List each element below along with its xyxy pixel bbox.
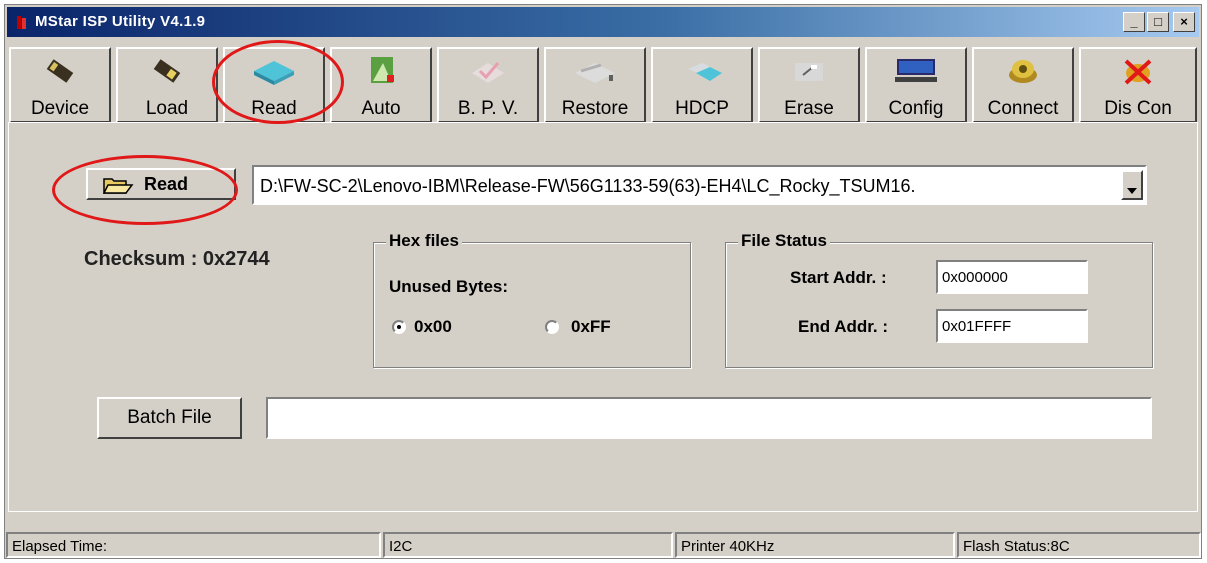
maximize-button[interactable]: □ — [1147, 12, 1169, 32]
batch-file-button[interactable]: Batch File — [97, 397, 242, 439]
radio-0xff[interactable] — [545, 320, 559, 334]
status-interface: I2C — [383, 532, 673, 558]
auto-icon — [332, 55, 430, 87]
toolbar-erase-label: Erase — [784, 98, 834, 119]
end-addr-field[interactable]: 0x01FFFF — [936, 309, 1088, 343]
status-flash: Flash Status:8C — [957, 532, 1201, 558]
app-icon — [15, 14, 29, 30]
device-chip-icon — [11, 55, 109, 87]
start-addr-value: 0x000000 — [942, 269, 1008, 286]
end-addr-label: End Addr. : — [798, 317, 889, 336]
combo-dropdown-button[interactable] — [1121, 170, 1143, 200]
toolbar-device-label: Device — [30, 98, 90, 119]
connect-icon — [974, 55, 1072, 87]
close-button[interactable]: × — [1173, 12, 1195, 32]
highlight-circle-read-button — [52, 155, 238, 225]
file-path-value: D:\FW-SC-2\Lenovo-IBM\Release-FW\56G1133… — [260, 176, 916, 196]
toolbar-auto-label: Auto — [361, 98, 401, 119]
toolbar-connect-label: Connect — [987, 98, 1059, 119]
bpv-icon — [439, 55, 537, 87]
toolbar-bpv-button[interactable]: B. P. V. — [437, 47, 539, 123]
batch-file-field[interactable] — [266, 397, 1152, 439]
status-elapsed: Elapsed Time: — [6, 532, 381, 558]
load-chip-icon — [118, 55, 216, 87]
toolbar-restore-button[interactable]: Restore — [544, 47, 646, 123]
radio-0x00[interactable] — [392, 320, 406, 334]
restore-icon — [546, 55, 644, 87]
end-addr-value: 0x01FFFF — [942, 318, 1012, 335]
toolbar-erase-button[interactable]: Erase — [758, 47, 860, 123]
toolbar-load-label: Load — [145, 98, 189, 119]
window-title: MStar ISP Utility V4.1.9 — [35, 13, 206, 30]
minimize-button[interactable]: _ — [1123, 12, 1145, 32]
toolbar-disconnect-label: Dis Con — [1104, 98, 1172, 119]
hex-files-group: Hex files — [373, 231, 691, 368]
file-path-combo[interactable]: D:\FW-SC-2\Lenovo-IBM\Release-FW\56G1133… — [252, 165, 1147, 205]
unused-bytes-label: Unused Bytes: — [389, 277, 509, 296]
toolbar-hdcp-button[interactable]: HDCP — [651, 47, 753, 123]
toolbar-device-button[interactable]: Device — [9, 47, 111, 123]
start-addr-label: Start Addr. : — [790, 268, 887, 287]
hdcp-icon — [653, 55, 751, 87]
highlight-circle-toolbar-read — [212, 40, 344, 124]
start-addr-field[interactable]: 0x000000 — [936, 260, 1088, 294]
toolbar-config-button[interactable]: Config — [865, 47, 967, 123]
toolbar-auto-button[interactable]: Auto — [330, 47, 432, 123]
toolbar-restore-label: Restore — [561, 98, 629, 119]
toolbar-disconnect-button[interactable]: Dis Con — [1079, 47, 1197, 123]
config-monitor-icon — [867, 55, 965, 87]
disconnect-icon — [1081, 55, 1195, 87]
file-status-title: File Status — [738, 231, 830, 251]
checksum-label: Checksum : 0x2744 — [84, 248, 270, 270]
toolbar-hdcp-label: HDCP — [675, 98, 729, 119]
toolbar-load-button[interactable]: Load — [116, 47, 218, 123]
chevron-down-icon — [1127, 181, 1137, 199]
erase-icon — [760, 55, 858, 87]
radio-0x00-label: 0x00 — [414, 317, 452, 336]
toolbar-connect-button[interactable]: Connect — [972, 47, 1074, 123]
hex-files-title: Hex files — [386, 231, 462, 251]
radio-0xff-label: 0xFF — [571, 317, 611, 336]
toolbar-bpv-label: B. P. V. — [457, 98, 519, 119]
status-printer: Printer 40KHz — [675, 532, 955, 558]
toolbar-config-label: Config — [888, 98, 944, 119]
title-bar[interactable]: MStar ISP Utility V4.1.9 _ □ × — [7, 7, 1199, 37]
